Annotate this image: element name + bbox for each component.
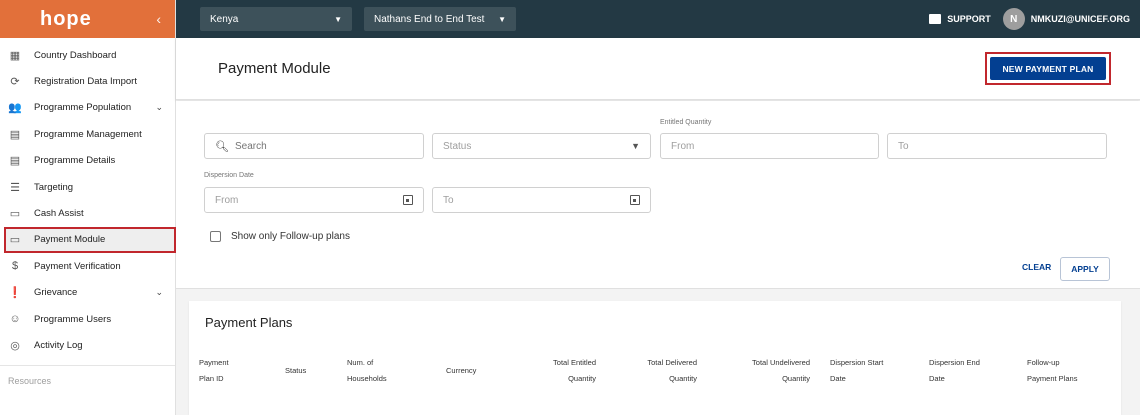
dashboard-icon: ▦ [9,49,21,62]
followup-checkbox-label: Show only Follow-up plans [231,231,350,242]
sidebar-item-programme-management[interactable]: ▤ Programme Management [0,121,175,147]
caret-down-icon: ▼ [334,14,342,24]
group-icon: ☺ [9,313,21,326]
sidebar-item-cash-assist[interactable]: ▭ Cash Assist [0,200,175,226]
card-icon: ▭ [9,234,21,247]
topbar: Kenya ▼ Nathans End to End Test ▼ SUPPOR… [176,0,1140,38]
chevron-left-icon[interactable]: ‹ [156,11,161,27]
sidebar-item-label: Payment Module [34,234,106,246]
page-title: Payment Module [218,60,331,77]
filters-panel: 🔍︎ Search Status ▼ Entitled Quantity Fro… [176,101,1140,289]
entitled-from-input[interactable]: From [660,133,879,159]
resources-section-label: Resources [0,364,175,396]
caret-down-icon: ▼ [498,14,506,24]
sidebar-item-programme-details[interactable]: ▤ Programme Details [0,148,175,174]
sidebar-item-label: Activity Log [34,339,83,351]
chat-icon [929,14,942,24]
sidebar-item-country-dashboard[interactable]: ▦ Country Dashboard [0,42,175,68]
payment-plans-title: Payment Plans [205,315,293,330]
column-header-total-delivered[interactable]: Total Delivered Quantity [636,355,697,387]
entitled-quantity-label: Entitled Quantity [660,119,712,126]
document-icon: ▤ [9,155,21,168]
payment-plans-card: Payment Plans Payment Plan ID Status Num.… [189,301,1121,415]
document-icon: ▤ [9,128,21,141]
entitled-to-input[interactable]: To [887,133,1107,159]
alert-icon: ❗ [8,287,22,300]
sidebar-item-label: Registration Data Import [34,76,137,88]
status-select[interactable]: Status ▼ [432,133,651,159]
country-select[interactable]: Kenya ▼ [200,7,352,31]
sidebar-item-label: Programme Population [34,102,132,114]
chevron-down-icon[interactable]: ⌄ [155,287,163,298]
column-header-total-entitled[interactable]: Total Entitled Quantity [537,355,596,387]
column-header-currency[interactable]: Currency [446,363,476,379]
hope-logo[interactable]: hope [40,8,156,31]
sidebar-item-activity-log[interactable]: ◎ Activity Log [0,332,175,358]
entitled-to-placeholder: To [898,140,909,152]
followup-filter[interactable]: Show only Follow-up plans [210,231,350,242]
country-select-value: Kenya [210,13,239,25]
programme-select[interactable]: Nathans End to End Test ▼ [364,7,516,31]
sidebar-item-programme-population[interactable]: 👥 Programme Population ⌄ [0,95,175,121]
calendar-icon[interactable] [630,195,640,205]
column-header-total-undelivered[interactable]: Total Undelivered Quantity [742,355,810,387]
search-placeholder: Search [234,140,267,152]
entitled-from-placeholder: From [671,140,695,152]
new-payment-plan-highlight: NEW PAYMENT PLAN [985,52,1111,85]
sidebar-item-label: Programme Management [34,128,142,140]
sidebar-item-registration-data-import[interactable]: ⟳ Registration Data Import [0,68,175,94]
people-icon: 👥 [8,102,22,115]
dispersion-from-placeholder: From [215,194,239,206]
sidebar-item-programme-users[interactable]: ☺ Programme Users [0,306,175,332]
column-header-dispersion-end[interactable]: Dispersion End Date [929,355,980,387]
column-header-dispersion-start[interactable]: Dispersion Start Date [830,355,883,387]
sidebar-item-label: Payment Verification [34,260,121,272]
column-header-households[interactable]: Num. of Households [347,355,387,387]
sidebar-item-targeting[interactable]: ☰ Targeting [0,174,175,200]
sync-icon: ⟳ [10,76,20,89]
status-placeholder: Status [443,140,472,152]
dispersion-to-placeholder: To [443,194,454,206]
calendar-icon[interactable] [403,195,413,205]
followup-checkbox[interactable] [210,231,221,242]
dispersion-to-input[interactable]: To [432,187,651,213]
new-payment-plan-button[interactable]: NEW PAYMENT PLAN [990,57,1106,80]
column-header-payment-plan-id[interactable]: Payment Plan ID [199,355,229,387]
page-header: Payment Module NEW PAYMENT PLAN [176,38,1140,100]
programme-select-value: Nathans End to End Test [374,13,485,25]
user-email[interactable]: NMKUZI@UNICEF.ORG [1031,14,1130,24]
avatar[interactable]: N [1002,8,1025,30]
column-header-status[interactable]: Status [285,363,306,379]
sidebar-item-grievance[interactable]: ❗ Grievance ⌄ [0,280,175,306]
apply-button[interactable]: APPLY [1060,257,1110,281]
sidebar-item-label: Programme Details [34,155,116,167]
sidebar-item-label: Country Dashboard [34,49,117,61]
search-input[interactable]: 🔍︎ Search [204,133,424,159]
card-icon: ▭ [9,208,21,221]
sidebar-item-payment-verification[interactable]: $ Payment Verification [0,253,175,279]
sidebar-item-label: Cash Assist [34,208,84,220]
sidebar: hope ‹ ▦ Country Dashboard ⟳ Registratio… [0,0,176,415]
sidebar-item-label: Grievance [34,287,78,299]
column-header-follow-up-plans[interactable]: Follow-up Payment Plans [1027,355,1077,387]
topbar-right: SUPPORT N NMKUZI@UNICEF.ORG [929,8,1140,30]
list-icon: ☰ [10,181,20,194]
sidebar-item-payment-module[interactable]: ▭ Payment Module [4,226,176,254]
dollar-icon: $ [11,260,19,273]
sidebar-item-label: Targeting [34,181,74,193]
sidebar-item-label: Programme Users [34,313,112,325]
clear-button[interactable]: CLEAR [1022,262,1051,272]
dispersion-from-input[interactable]: From [204,187,424,213]
search-icon: 🔍︎ [215,140,229,153]
support-link[interactable]: SUPPORT [929,14,991,24]
sidebar-nav: ▦ Country Dashboard ⟳ Registration Data … [0,38,176,359]
brand-bar: hope ‹ [0,0,175,38]
caret-down-icon: ▼ [631,141,640,151]
history-icon: ◎ [10,339,20,352]
dispersion-date-label: Dispersion Date [204,172,254,179]
chevron-down-icon[interactable]: ⌄ [155,102,163,113]
support-label: SUPPORT [947,14,991,24]
